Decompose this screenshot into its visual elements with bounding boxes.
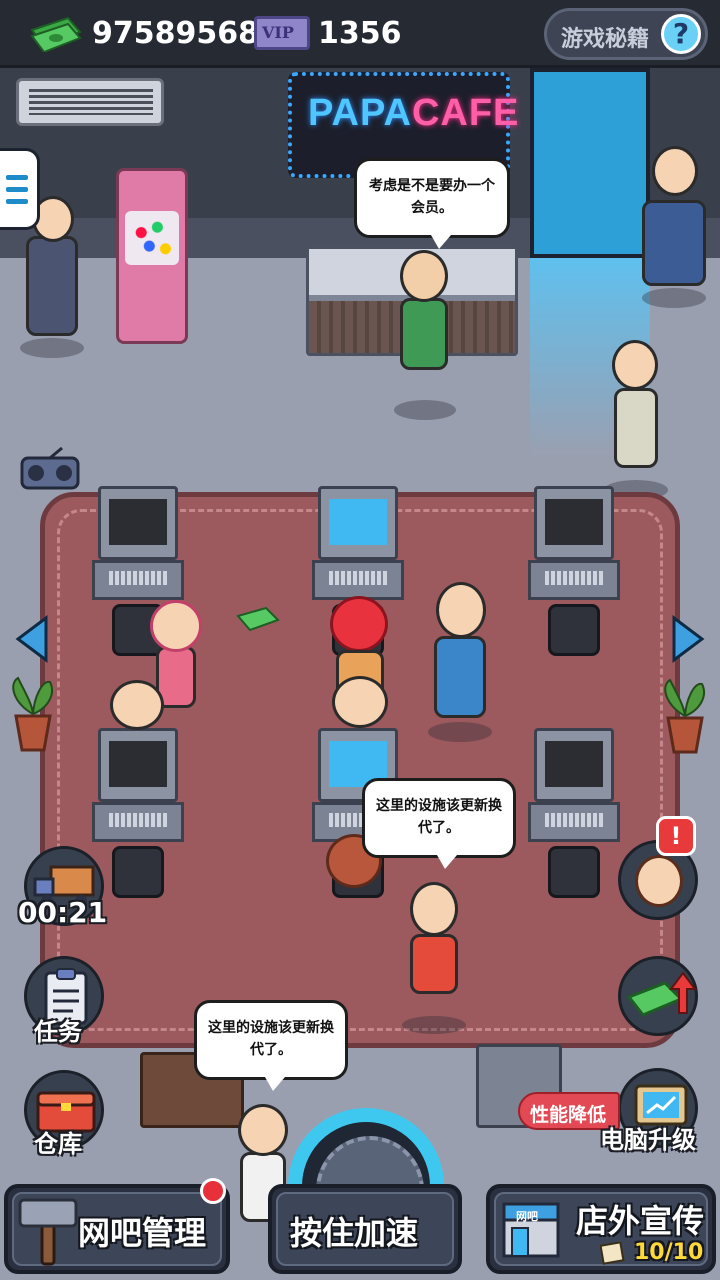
chair bbox=[548, 604, 600, 656]
warehouse-label: 仓库 bbox=[34, 1130, 82, 1158]
cafe-management-label: 网吧管理 bbox=[78, 1214, 207, 1252]
outdoor-promotion-label: 店外宣传 bbox=[576, 1202, 705, 1240]
monitor-screen bbox=[329, 499, 387, 545]
dropped-cash-icon[interactable] bbox=[236, 606, 280, 632]
red-shirt-speech-bubble: 这里的设施该更新换代了。 bbox=[362, 778, 516, 858]
cash-amount: 97589568 bbox=[92, 16, 259, 51]
hold-to-speed-up-label: 按住加速 bbox=[290, 1214, 419, 1252]
cash-up-icon bbox=[626, 971, 697, 1017]
performance-warning-label: 性能降低 bbox=[530, 1104, 607, 1126]
notification-dot bbox=[200, 1178, 226, 1204]
computer-station-6[interactable] bbox=[528, 728, 620, 898]
waiter-character[interactable] bbox=[420, 572, 500, 742]
potted-plant-icon bbox=[12, 676, 53, 752]
cash-icon bbox=[30, 16, 82, 52]
monitor-screen bbox=[545, 741, 603, 787]
red-shirt-customer[interactable] bbox=[396, 874, 476, 1034]
income-boost-button[interactable] bbox=[618, 956, 698, 1036]
computer-station-4[interactable] bbox=[92, 728, 184, 898]
glasses-customer[interactable] bbox=[106, 676, 170, 736]
candy-glass bbox=[125, 211, 179, 265]
girl-avatar bbox=[635, 855, 683, 907]
cafe-management-button[interactable]: 网吧管理 bbox=[4, 1184, 230, 1274]
game-tips-button[interactable]: 游戏秘籍 ? bbox=[544, 8, 708, 60]
scroll-left-arrow[interactable] bbox=[14, 614, 50, 664]
keyboard bbox=[109, 813, 167, 827]
air-conditioner bbox=[16, 78, 164, 126]
bald-customer[interactable] bbox=[326, 672, 396, 732]
potted-plant-icon bbox=[664, 678, 705, 754]
entrance-door bbox=[530, 68, 650, 258]
scroll-right-arrow[interactable] bbox=[670, 614, 706, 664]
chair bbox=[548, 846, 600, 898]
cleaner-character[interactable] bbox=[600, 332, 672, 502]
arrow-right-icon bbox=[672, 615, 705, 663]
radio-icon bbox=[20, 446, 80, 490]
flyer-icon bbox=[600, 1242, 625, 1265]
promotion-count: 10/10 bbox=[634, 1240, 704, 1265]
cafe-sign-part2: CAFE bbox=[411, 92, 520, 134]
keyboard bbox=[545, 813, 603, 827]
cafe-sign-part1: PAPA bbox=[308, 92, 412, 134]
vip-icon: VIP bbox=[254, 16, 310, 50]
candy-machine[interactable] bbox=[116, 168, 188, 344]
hammer-icon bbox=[18, 1198, 78, 1266]
receptionist-speech-bubble: 考虑是不是要办一个会员。 bbox=[354, 158, 510, 238]
help-icon: ? bbox=[661, 14, 701, 54]
tasks-label: 任务 bbox=[34, 1018, 82, 1046]
hold-to-speed-up-button[interactable]: 按住加速 bbox=[268, 1184, 462, 1274]
keyboard bbox=[329, 571, 387, 585]
computer-upgrade-label: 电脑升级 bbox=[600, 1126, 696, 1154]
vip-points: 1356 bbox=[318, 16, 402, 51]
side-menu-button[interactable] bbox=[0, 148, 40, 230]
monitor-screen bbox=[545, 499, 603, 545]
keyboard bbox=[545, 571, 603, 585]
cafe-sign-text: PAPACAFE bbox=[308, 92, 519, 135]
arrow-left-icon bbox=[15, 615, 48, 663]
guard-character[interactable] bbox=[634, 130, 714, 310]
keyboard bbox=[109, 571, 167, 585]
top-bar: 97589568 VIP 1356 游戏秘籍 ? bbox=[0, 0, 720, 68]
chair bbox=[112, 846, 164, 898]
old-man-speech-bubble: 这里的设施该更新换代了。 bbox=[194, 1000, 348, 1080]
alert-icon: ! bbox=[656, 816, 696, 856]
receptionist-character[interactable] bbox=[390, 242, 460, 422]
computer-station-3[interactable] bbox=[528, 486, 620, 656]
storefront-sign: 网吧 bbox=[516, 1210, 538, 1223]
game-tips-label: 游戏秘籍 bbox=[561, 27, 650, 52]
delivery-timer: 00:21 bbox=[18, 896, 108, 929]
monitor-screen bbox=[109, 499, 167, 545]
